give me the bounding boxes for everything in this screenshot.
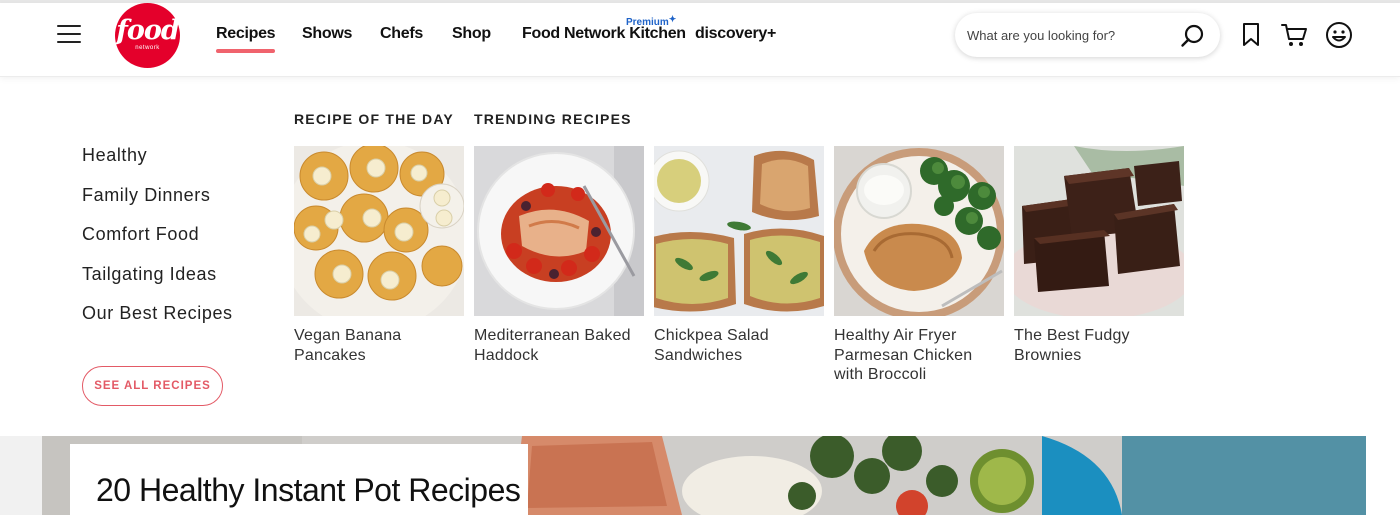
- recipe-card-title[interactable]: The Best Fudgy Brownies: [1014, 326, 1184, 365]
- recipe-category-list: Healthy Family Dinners Comfort Food Tail…: [82, 145, 233, 343]
- recipe-card-title[interactable]: Chickpea Salad Sandwiches: [654, 326, 824, 365]
- category-comfort-food[interactable]: Comfort Food: [82, 224, 233, 264]
- profile-icon[interactable]: [1325, 21, 1353, 49]
- site-header: food network Recipes Shows Chefs Shop Fo…: [0, 3, 1400, 77]
- recipe-card-mediterranean-baked-haddock[interactable]: Mediterranean Baked Haddock: [474, 146, 644, 365]
- nav-recipes[interactable]: Recipes: [216, 25, 276, 53]
- search-input[interactable]: [967, 25, 1167, 45]
- search-icon[interactable]: [1180, 23, 1206, 49]
- recipe-card-vegan-banana-pancakes[interactable]: Vegan Banana Pancakes: [294, 146, 464, 365]
- recipe-card-title[interactable]: Healthy Air Fryer Parmesan Chicken with …: [834, 326, 1004, 385]
- trending-recipes-heading: TRENDING RECIPES: [474, 111, 632, 127]
- nav-shows[interactable]: Shows: [302, 25, 352, 43]
- nav-chefs[interactable]: Chefs: [380, 25, 423, 43]
- logo-word: food: [116, 15, 180, 46]
- recipe-of-the-day-heading: RECIPE OF THE DAY: [294, 111, 454, 127]
- premium-label: Premium: [626, 17, 669, 28]
- hamburger-icon[interactable]: [57, 25, 81, 47]
- food-network-logo[interactable]: food network: [115, 3, 180, 68]
- category-family-dinners[interactable]: Family Dinners: [82, 185, 233, 225]
- hero-left-margin: [0, 436, 42, 515]
- recipe-card-title[interactable]: Mediterranean Baked Haddock: [474, 326, 644, 365]
- recipe-card-title[interactable]: Vegan Banana Pancakes: [294, 326, 464, 365]
- recipe-image-pancakes: [294, 146, 464, 316]
- category-tailgating-ideas[interactable]: Tailgating Ideas: [82, 264, 233, 304]
- recipe-image-air-fryer-chicken: [834, 146, 1004, 316]
- nav-discovery-plus[interactable]: discovery+: [695, 25, 776, 43]
- category-healthy[interactable]: Healthy: [82, 145, 233, 185]
- sparkle-icon: ✦: [668, 14, 677, 24]
- recipe-card-the-best-fudgy-brownies[interactable]: The Best Fudgy Brownies: [1014, 146, 1184, 365]
- recipe-card-healthy-air-fryer-parmesan-chicken[interactable]: Healthy Air Fryer Parmesan Chicken with …: [834, 146, 1004, 385]
- recipe-image-brownies: [1014, 146, 1184, 316]
- hero-title-box: 20 Healthy Instant Pot Recipes: [70, 444, 528, 515]
- see-all-recipes-button[interactable]: SEE ALL RECIPES: [82, 366, 223, 406]
- recipe-image-chickpea: [654, 146, 824, 316]
- hero-title[interactable]: 20 Healthy Instant Pot Recipes: [96, 472, 521, 509]
- category-our-best-recipes[interactable]: Our Best Recipes: [82, 303, 233, 343]
- search-box: [955, 13, 1220, 57]
- bookmark-icon[interactable]: [1238, 21, 1266, 49]
- premium-badge: Premium✦: [626, 14, 677, 28]
- recipe-image-haddock: [474, 146, 644, 316]
- cart-icon[interactable]: [1280, 21, 1308, 49]
- nav-shop[interactable]: Shop: [452, 25, 491, 43]
- recipe-card-chickpea-salad-sandwiches[interactable]: Chickpea Salad Sandwiches: [654, 146, 824, 365]
